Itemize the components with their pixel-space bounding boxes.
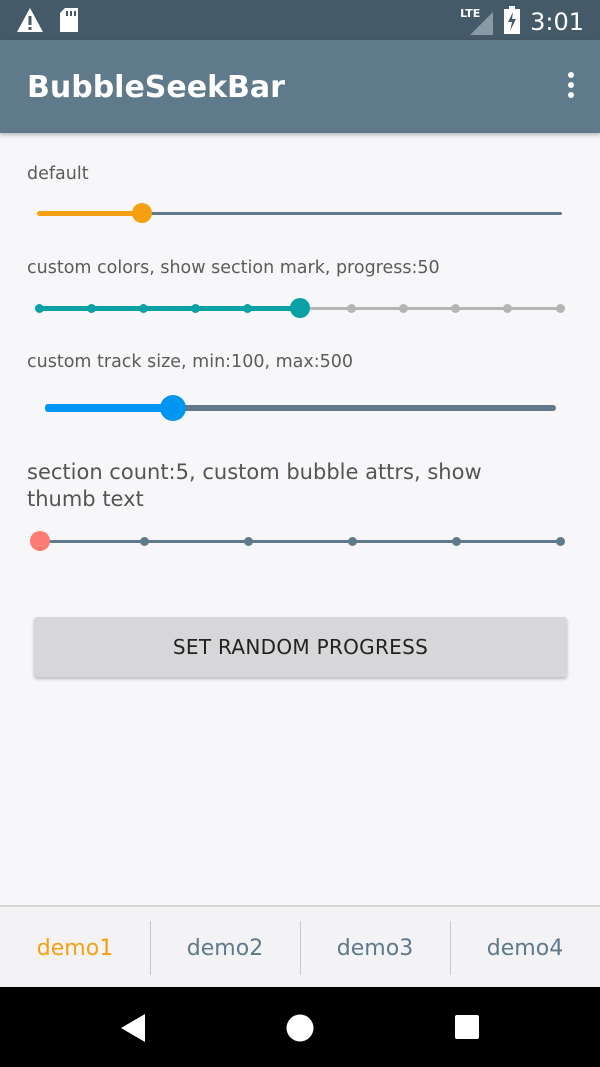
battery-charging-icon	[504, 6, 521, 38]
tab-demo4[interactable]: demo4	[450, 907, 600, 989]
seekbar-track-inactive	[40, 539, 560, 543]
section-mark	[347, 536, 357, 546]
seekbar-thumb[interactable]	[132, 203, 152, 223]
section-mark	[555, 536, 565, 546]
back-icon[interactable]	[119, 1013, 149, 1043]
tab-demo3[interactable]: demo3	[300, 907, 450, 989]
app-title: BubbleSeekBar	[27, 70, 285, 105]
home-icon[interactable]	[285, 1013, 315, 1043]
sd-card-icon	[58, 7, 80, 37]
signal-icon: LTE	[460, 7, 494, 36]
navigation-bar	[0, 987, 600, 1067]
section-mark	[34, 303, 44, 313]
seekbar-track-inactive	[299, 306, 560, 310]
warning-icon	[16, 7, 44, 37]
section-mark	[451, 536, 461, 546]
section-mark	[399, 303, 409, 313]
seekbar-track-active	[45, 404, 173, 412]
bottom-tabs: demo1 demo2 demo3 demo4	[0, 905, 600, 989]
seekbar-section-count-label: section count:5, custom bubble attrs, sh…	[27, 460, 482, 511]
app-bar: BubbleSeekBar	[0, 40, 600, 133]
overflow-menu-icon[interactable]	[566, 72, 576, 102]
seekbar-track-inactive	[142, 211, 562, 215]
section-mark	[503, 303, 513, 313]
seekbar-thumb[interactable]	[30, 531, 50, 551]
section-mark	[139, 536, 149, 546]
set-random-progress-button[interactable]: SET RANDOM PROGRESS	[34, 617, 567, 677]
section-mark	[86, 303, 96, 313]
screen: LTE 3:01 BubbleSeekBar default custom co…	[0, 0, 600, 1067]
section-mark	[555, 303, 565, 313]
seekbar-track-active	[37, 210, 142, 216]
seekbar-track-size-label: custom track size, min:100, max:500	[27, 352, 354, 372]
section-mark	[347, 303, 357, 313]
section-mark	[243, 536, 253, 546]
section-mark	[242, 303, 252, 313]
recents-icon[interactable]	[454, 1013, 484, 1043]
section-mark	[138, 303, 148, 313]
seekbar-custom-colors-label: custom colors, show section mark, progre…	[27, 258, 440, 278]
section-mark	[451, 303, 461, 313]
section-mark	[190, 303, 200, 313]
seekbar-thumb[interactable]	[289, 298, 310, 318]
seekbar-default-label: default	[27, 164, 89, 184]
seekbar-thumb[interactable]	[159, 395, 186, 421]
seekbar-track-inactive	[172, 405, 556, 411]
tab-demo2[interactable]: demo2	[150, 907, 300, 989]
tab-demo1[interactable]: demo1	[0, 907, 150, 989]
seekbar-track-active	[39, 305, 300, 311]
status-time: 3:01	[530, 8, 584, 36]
status-bar: LTE 3:01	[0, 0, 600, 40]
